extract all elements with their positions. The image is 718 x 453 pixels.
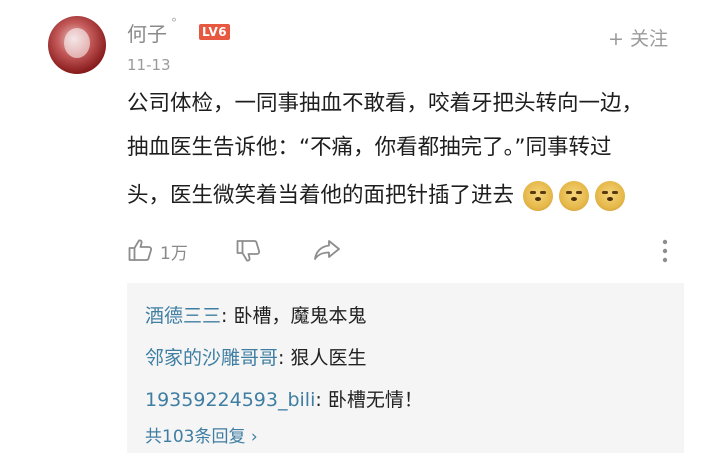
reply-item[interactable]: 酒德三三: 卧槽，魔鬼本鬼 [145, 301, 366, 328]
comment-line-3: 头，医生微笑着当着他的面把针插了进去 [127, 183, 515, 208]
reply-item[interactable]: 邻家的沙雕哥哥: 狠人医生 [145, 343, 366, 370]
level-badge: LV6 [199, 24, 231, 40]
reply-item[interactable]: 19359224593_bili: 卧槽无情！ [145, 385, 423, 412]
doge-emoji [558, 181, 589, 211]
comment-line-1: 公司体检，一同事抽血不敢看，咬着牙把头转向一边， [127, 91, 644, 116]
username[interactable]: 何子 [127, 18, 167, 47]
follow-button[interactable]: + 关注 [608, 24, 668, 51]
thumbs-down-icon[interactable] [236, 239, 262, 267]
emoji-row [522, 181, 625, 211]
avatar[interactable] [48, 16, 106, 74]
more-replies-link[interactable]: 共103条回复 › [145, 422, 258, 447]
reply-text: : 卧槽无情！ [315, 389, 423, 411]
reply-list: 酒德三三: 卧槽，魔鬼本鬼 邻家的沙雕哥哥: 狠人医生 19359224593_… [127, 283, 684, 453]
comment-actions: 1万 [0, 236, 718, 266]
comment-line-3-wrapper: 头，医生微笑着当着他的面把针插了进去 [127, 178, 625, 211]
doge-emoji [594, 181, 625, 211]
like-count: 1万 [160, 244, 188, 264]
more-vertical-icon[interactable] [660, 238, 670, 268]
comment-line-2: 抽血医生告诉他：“不痛，你看都抽完了。”同事转过 [127, 135, 612, 160]
comment-date: 11-13 [127, 56, 171, 74]
reply-text: : 卧槽，魔鬼本鬼 [221, 305, 367, 327]
reply-author[interactable]: 酒德三三 [145, 305, 221, 327]
doge-emoji [522, 181, 553, 211]
share-icon[interactable] [313, 238, 341, 266]
reply-author[interactable]: 19359224593_bili [145, 389, 315, 411]
reply-text: : 狠人医生 [278, 347, 367, 369]
avatar-highlight [64, 28, 90, 58]
username-mark: ° [171, 16, 177, 30]
thumbs-up-icon[interactable] [128, 238, 154, 266]
reply-author[interactable]: 邻家的沙雕哥哥 [145, 347, 278, 369]
